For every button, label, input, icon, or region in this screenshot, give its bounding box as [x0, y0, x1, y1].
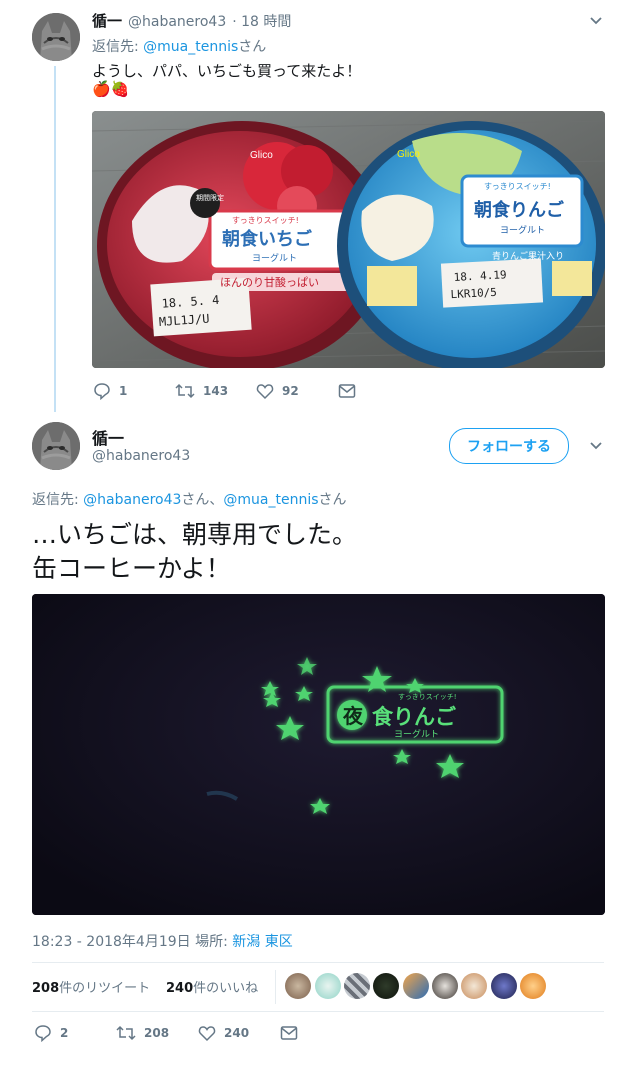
switch-label-right: すっきりスイッチ!	[484, 182, 551, 191]
glow-product-name: 食りんご	[372, 705, 456, 729]
switch-label: すっきりスイッチ!	[398, 693, 457, 701]
display-name[interactable]: 循一	[92, 425, 124, 449]
liker-avatar[interactable]	[461, 973, 487, 999]
cat-avatar-image	[32, 13, 80, 61]
liker-avatar[interactable]	[403, 973, 429, 999]
product-name-right: 朝食りんご	[474, 199, 564, 221]
product-sub-right: ヨーグルト	[500, 224, 545, 236]
divider	[32, 962, 604, 963]
switch-label-left: すっきりスイッチ!	[232, 216, 299, 225]
like-count: 240	[224, 1026, 250, 1040]
timestamp[interactable]: · 18 時間	[232, 11, 291, 31]
tweet-text-line: …いちごは、朝専用でした。	[32, 520, 358, 549]
retweets-label: 件のリツイート	[59, 981, 151, 996]
reply-context: 返信先: @habanero43さん、@mua_tennisさん	[32, 489, 347, 509]
emoji-text: 🍎🍓	[92, 80, 130, 98]
liker-avatar[interactable]	[344, 973, 370, 999]
cat-avatar-image	[32, 422, 80, 470]
follow-button[interactable]: フォローする	[449, 428, 569, 464]
reply-suffix: さん	[238, 39, 267, 55]
retweets-count: 208	[32, 981, 60, 996]
retweet-count: 143	[203, 384, 229, 398]
reply-count: 1	[119, 384, 128, 398]
tweet-text-line: 缶コーヒーかよ！	[32, 554, 231, 583]
reply-tweet-header: 循一 @habanero43 · 18 時間	[92, 10, 291, 31]
mention-link[interactable]: @mua_tennis	[143, 39, 238, 55]
glowing-lid-image: 夜 すっきりスイッチ! 食りんご ヨーグルト	[32, 594, 605, 915]
tweet-text: ようし、パパ、いちごも買って来たよ！	[92, 62, 362, 80]
tweet-meta: 18:23 - 2018年4月19日 場所: 新潟 東区	[32, 931, 293, 951]
reply-button[interactable]: 2	[34, 1024, 68, 1042]
retweet-icon	[116, 1025, 136, 1041]
retweet-stats[interactable]: 208件のリツイート	[32, 977, 150, 996]
location-prefix: 場所:	[195, 934, 233, 950]
liker-avatar[interactable]	[315, 973, 341, 999]
reply-prefix: 返信先:	[32, 492, 84, 508]
like-icon	[256, 384, 274, 400]
avatar[interactable]	[32, 13, 80, 61]
retweet-icon	[175, 383, 195, 399]
reply-button[interactable]: 1	[93, 382, 127, 400]
like-count: 92	[282, 384, 299, 398]
retweet-button[interactable]: 143	[175, 382, 228, 400]
thread-line	[54, 66, 56, 412]
liker-avatar[interactable]	[491, 973, 517, 999]
mention-link[interactable]: @habanero43	[83, 492, 181, 508]
tagline-left: ほんのり甘酸っぱい	[220, 275, 319, 289]
night-badge: 夜	[342, 704, 364, 728]
reply-icon	[94, 383, 110, 400]
handle[interactable]: @habanero43	[128, 14, 226, 30]
product-name-left: 朝食いちご	[222, 228, 312, 250]
yogurt-cups-image: Glico Glico 期間限定 すっきりスイッチ! 朝食いちご ヨーグルト ほ…	[92, 111, 605, 368]
retweet-button[interactable]: 208	[116, 1024, 169, 1042]
likes-count: 240	[166, 981, 194, 996]
date-code-right-1: 18. 4.19	[453, 268, 507, 284]
avatar[interactable]	[32, 422, 80, 470]
message-icon[interactable]	[280, 1025, 298, 1041]
liker-avatar[interactable]	[520, 973, 546, 999]
date-code-right-2: LKR10/5	[450, 286, 497, 301]
handle[interactable]: @habanero43	[92, 448, 190, 464]
liker-avatar[interactable]	[432, 973, 458, 999]
tagline-right: 青りんご果汁入り	[492, 250, 564, 262]
divider	[275, 970, 276, 1004]
like-button[interactable]: 240	[198, 1024, 249, 1042]
reply-prefix: 返信先:	[92, 39, 144, 55]
reply-count: 2	[60, 1026, 69, 1040]
tweet-photo[interactable]: Glico Glico 期間限定 すっきりスイッチ! 朝食いちご ヨーグルト ほ…	[92, 111, 605, 368]
like-button[interactable]: 92	[256, 382, 299, 400]
mention-link[interactable]: @mua_tennis	[223, 492, 318, 508]
brand-logo-left: Glico	[250, 150, 273, 161]
liker-avatar[interactable]	[285, 973, 311, 999]
reply-context: 返信先: @mua_tennisさん	[92, 36, 266, 56]
reply-icon	[35, 1025, 51, 1042]
location-link[interactable]: 新潟 東区	[232, 934, 292, 950]
limited-badge: 期間限定	[196, 193, 224, 202]
like-stats[interactable]: 240件のいいね	[166, 977, 258, 996]
timestamp[interactable]: 18:23 - 2018年4月19日	[32, 934, 191, 950]
brand-logo-right: Glico	[397, 149, 420, 160]
tweet-text: …いちごは、朝専用でした。 缶コーヒーかよ！	[32, 518, 357, 586]
chevron-down-icon[interactable]	[589, 14, 603, 28]
glow-product-sub: ヨーグルト	[394, 728, 439, 740]
likes-label: 件のいいね	[193, 981, 259, 996]
product-sub-left: ヨーグルト	[252, 252, 297, 264]
divider	[32, 1011, 604, 1012]
chevron-down-icon[interactable]	[589, 439, 603, 453]
like-icon	[198, 1026, 216, 1042]
liker-avatar[interactable]	[373, 973, 399, 999]
reply-suffix: さん	[318, 492, 347, 508]
display-name[interactable]: 循一	[92, 10, 122, 31]
retweet-count: 208	[144, 1026, 170, 1040]
reply-mid: さん、	[181, 492, 224, 508]
tweet-photo[interactable]: 夜 すっきりスイッチ! 食りんご ヨーグルト	[32, 594, 605, 915]
message-icon[interactable]	[338, 383, 356, 399]
